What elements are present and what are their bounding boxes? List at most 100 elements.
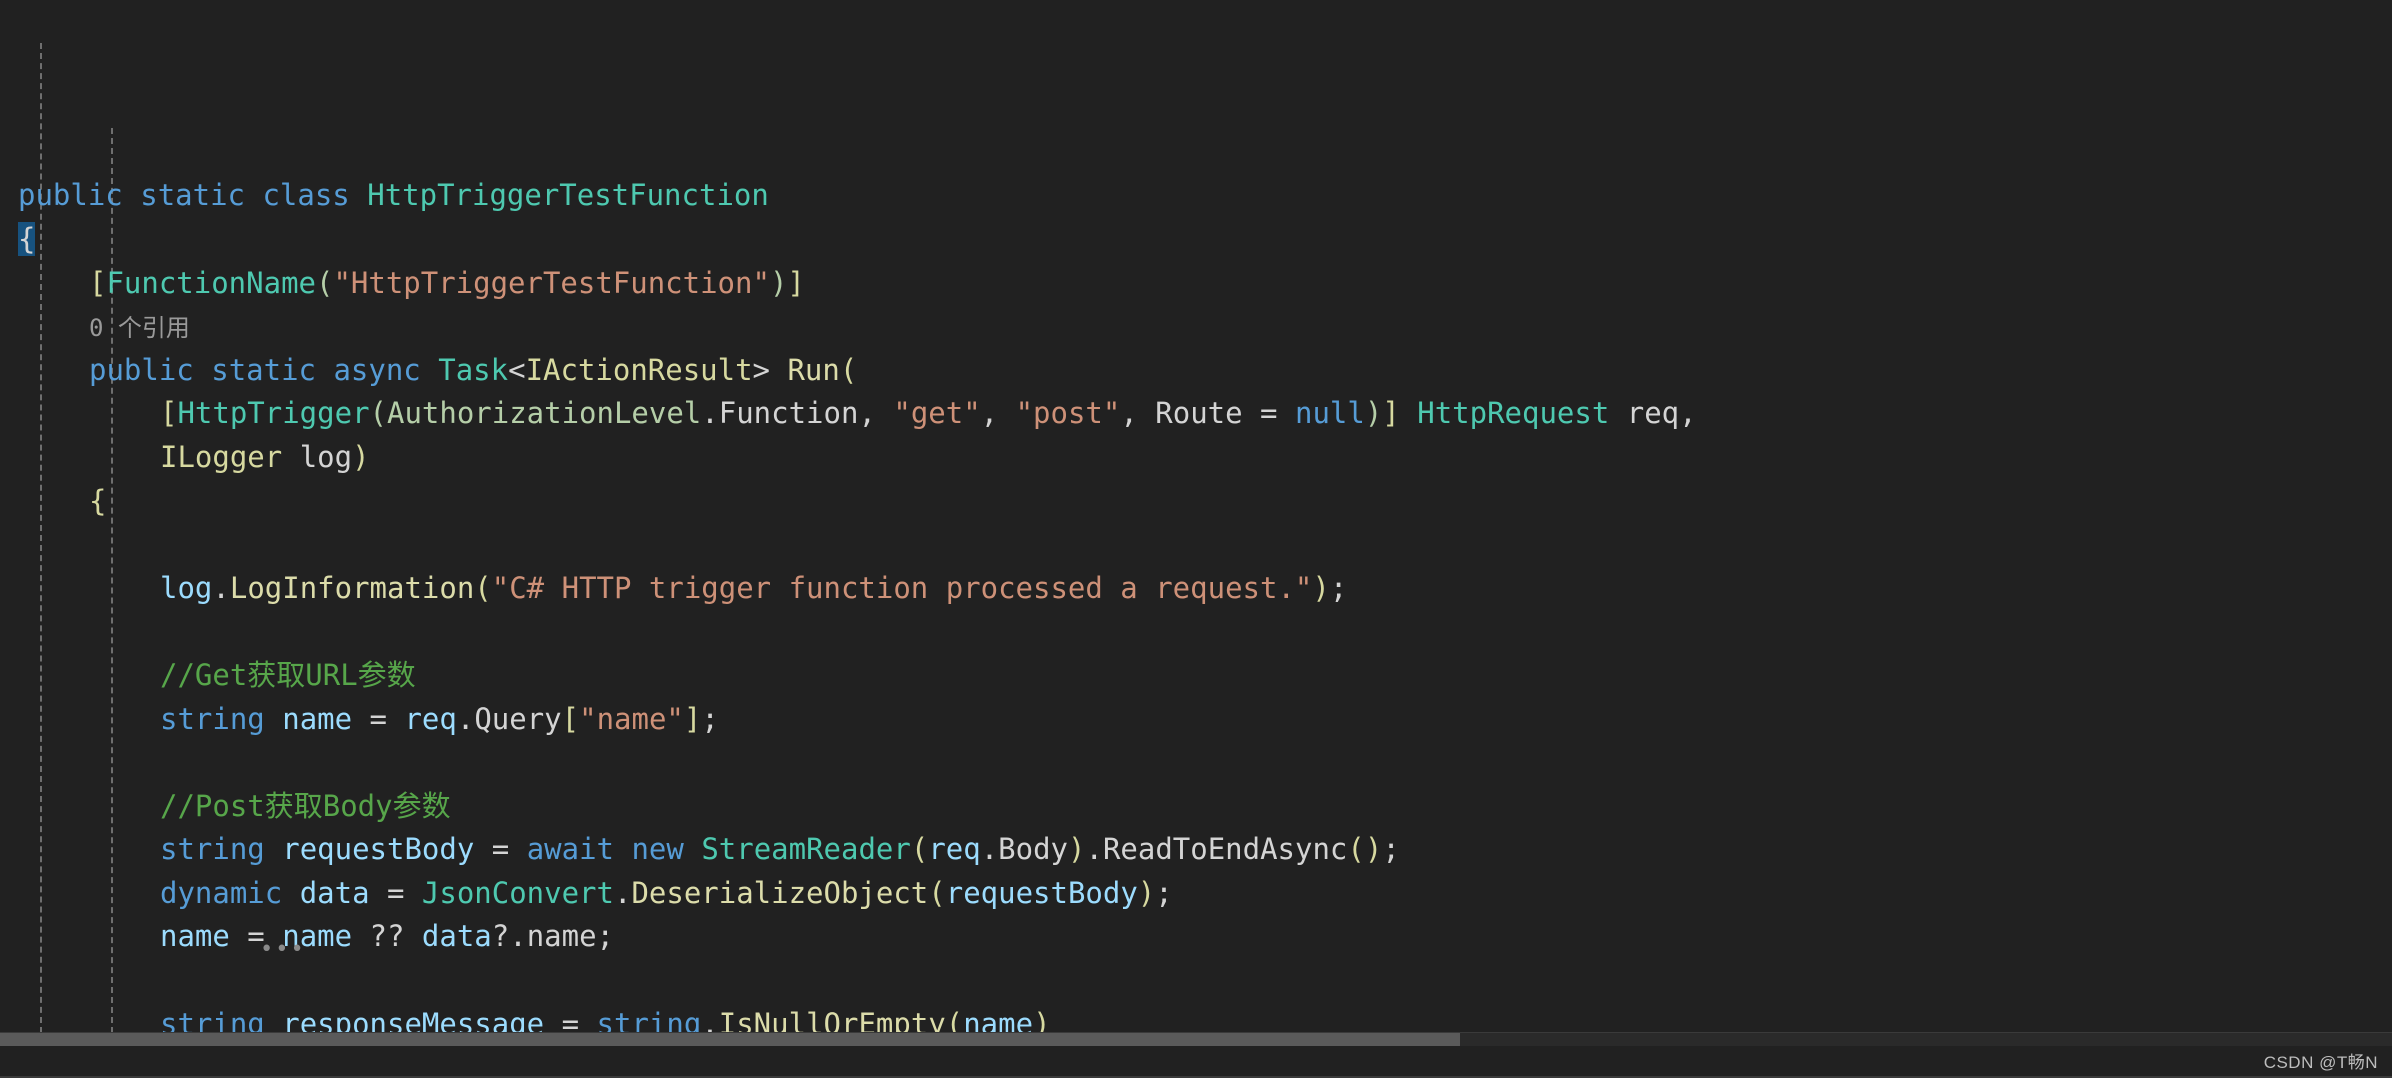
code-token: name xyxy=(282,701,353,736)
code-token: . xyxy=(1085,832,1103,867)
code-token: public xyxy=(89,352,194,387)
code-token: string xyxy=(160,1006,265,1032)
horizontal-scrollbar-thumb[interactable] xyxy=(0,1033,1460,1047)
code-token: log xyxy=(299,439,353,474)
code-token: static xyxy=(140,178,245,213)
code-line[interactable]: [FunctionName("HttpTriggerTestFunction")… xyxy=(0,262,2392,306)
code-line[interactable]: //Get获取URL参数 xyxy=(0,654,2392,698)
code-token: ) xyxy=(1068,832,1086,867)
code-line[interactable] xyxy=(0,610,2392,654)
code-token: Task xyxy=(438,352,509,387)
code-line[interactable]: log.LogInformation("C# HTTP trigger func… xyxy=(0,567,2392,611)
code-token: ( xyxy=(369,396,387,431)
code-line[interactable]: public static async Task<IActionResult> … xyxy=(0,349,2392,393)
code-token: ReadToEndAsync xyxy=(1102,832,1348,867)
code-token: "name" xyxy=(579,701,684,736)
code-token: [ xyxy=(160,396,178,431)
code-token: Function xyxy=(718,396,859,431)
code-surface[interactable]: public static class HttpTriggerTestFunct… xyxy=(0,0,2392,1032)
code-token: . xyxy=(456,701,475,736)
code-token: . xyxy=(701,1006,719,1032)
code-line[interactable]: { xyxy=(0,218,2392,262)
code-line[interactable]: string name = req.Query["name"]; xyxy=(0,698,2392,742)
code-token: = xyxy=(1242,396,1295,431)
code-token: 0 个引用 xyxy=(89,314,190,343)
code-token: , xyxy=(1120,396,1156,431)
code-token: ( xyxy=(910,832,929,867)
code-token: HttpRequest xyxy=(1417,396,1610,431)
code-line[interactable]: public static class HttpTriggerTestFunct… xyxy=(0,174,2392,218)
horizontal-scrollbar[interactable] xyxy=(0,1032,2392,1047)
code-token: [ xyxy=(89,265,107,300)
code-token: . xyxy=(613,875,632,910)
code-token: req xyxy=(1626,396,1680,431)
code-line[interactable]: ILogger log) xyxy=(0,436,2392,480)
code-token: = xyxy=(369,875,422,910)
code-token: //Post获取Body参数 xyxy=(160,788,451,823)
code-token: req xyxy=(404,701,457,736)
code-line[interactable]: //Post获取Body参数 xyxy=(0,785,2392,829)
code-token: data xyxy=(299,875,370,910)
code-token: ( xyxy=(839,352,858,387)
code-line[interactable]: dynamic data = JsonConvert.DeserializeOb… xyxy=(0,872,2392,916)
code-token: ) xyxy=(1312,570,1330,605)
code-line[interactable] xyxy=(0,523,2392,567)
code-token: Route xyxy=(1155,396,1243,431)
code-token: ; xyxy=(1382,832,1400,867)
code-line[interactable]: [HttpTrigger(AuthorizationLevel.Function… xyxy=(0,392,2392,436)
code-token: ) xyxy=(1033,1006,1051,1032)
code-token: Query xyxy=(474,701,562,736)
code-token: requestBody xyxy=(945,875,1138,910)
code-token: . xyxy=(980,832,999,867)
code-token: name xyxy=(526,919,597,954)
code-token: ] xyxy=(787,265,805,300)
code-token: > xyxy=(752,352,788,387)
code-token: ?? xyxy=(352,919,422,954)
code-token: . xyxy=(212,570,230,605)
code-token: ] xyxy=(683,701,702,736)
code-token: ( xyxy=(945,1006,964,1032)
code-token: , xyxy=(1679,396,1697,431)
code-token: , xyxy=(980,396,1016,431)
code-token: , xyxy=(858,396,894,431)
code-token: name xyxy=(963,1006,1034,1032)
code-token: = xyxy=(544,1006,597,1032)
code-token: responseMessage xyxy=(282,1006,545,1032)
code-token: ) xyxy=(769,265,788,300)
code-token: dynamic xyxy=(160,875,283,910)
code-line[interactable]: 0 个引用 xyxy=(0,305,2392,349)
code-token: ( xyxy=(474,570,492,605)
code-token: "HttpTriggerTestFunction" xyxy=(333,265,770,300)
code-token: string xyxy=(160,701,265,736)
code-token: ; xyxy=(1155,875,1173,910)
quick-actions-dots-icon[interactable]: ••• xyxy=(260,939,306,961)
code-token: . xyxy=(701,396,719,431)
code-token: ( xyxy=(1347,832,1365,867)
code-token: Body xyxy=(998,832,1069,867)
code-token: DeserializeObject xyxy=(631,875,929,910)
csdn-watermark: CSDN @T畅N xyxy=(2263,1053,2378,1072)
code-token: IActionResult xyxy=(525,352,753,387)
code-line[interactable] xyxy=(0,959,2392,1003)
code-token: string xyxy=(160,832,265,867)
code-token: ) xyxy=(1364,396,1383,431)
code-line[interactable] xyxy=(0,741,2392,785)
code-line[interactable]: { xyxy=(0,480,2392,524)
code-line[interactable]: string requestBody = await new StreamRea… xyxy=(0,828,2392,872)
code-line[interactable]: string responseMessage = string.IsNullOr… xyxy=(0,1003,2392,1032)
code-token: = xyxy=(352,701,405,736)
code-token: StreamReader xyxy=(701,832,911,867)
code-line[interactable]: name = name ?? data?.name; ••• xyxy=(0,915,2392,961)
code-token: new xyxy=(631,832,684,867)
code-token: [ xyxy=(561,701,580,736)
